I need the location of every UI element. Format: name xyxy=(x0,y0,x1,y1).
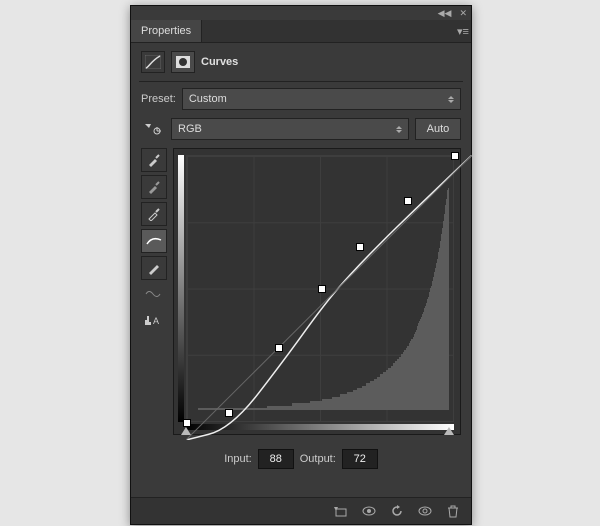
auto-button[interactable]: Auto xyxy=(415,118,461,140)
preset-label: Preset: xyxy=(141,93,176,105)
panel-tabs: Properties ▾≡ xyxy=(131,20,471,43)
input-output-row: Input: Output: xyxy=(131,439,471,477)
histogram-toggle-icon[interactable]: A xyxy=(141,308,165,330)
layer-mask-icon[interactable] xyxy=(171,51,195,73)
curves-tools: A xyxy=(141,148,165,435)
eyedropper-white-icon[interactable] xyxy=(141,202,167,226)
curves-adjustment-icon[interactable] xyxy=(141,51,165,73)
adjustment-title: Curves xyxy=(201,56,238,68)
curve-node[interactable] xyxy=(183,419,191,427)
curves-graph[interactable] xyxy=(171,148,461,435)
preset-row: Preset: Custom xyxy=(131,84,471,114)
smooth-curve-icon[interactable] xyxy=(141,283,165,305)
collapse-icon[interactable]: ◀◀ xyxy=(438,8,452,19)
output-label: Output: xyxy=(300,453,336,465)
input-field[interactable] xyxy=(258,449,294,469)
visibility-icon[interactable] xyxy=(415,502,435,520)
preset-select[interactable]: Custom xyxy=(182,88,461,110)
properties-panel: ◀◀ ✕ Properties ▾≡ Curves Preset: Custom… xyxy=(130,5,472,525)
caret-icon xyxy=(396,126,402,133)
curve-node[interactable] xyxy=(275,344,283,352)
channel-select[interactable]: RGB xyxy=(171,118,409,140)
panel-footer xyxy=(131,497,471,524)
eyedropper-black-icon[interactable] xyxy=(141,148,167,172)
tab-properties[interactable]: Properties xyxy=(131,20,202,42)
caret-icon xyxy=(448,96,454,103)
close-icon[interactable]: ✕ xyxy=(459,8,467,19)
curves-editor: A xyxy=(131,144,471,439)
svg-text:A: A xyxy=(153,316,159,326)
curve-node[interactable] xyxy=(404,197,412,205)
adjustment-header: Curves xyxy=(131,43,471,79)
input-label: Input: xyxy=(224,453,252,465)
reset-icon[interactable] xyxy=(387,502,407,520)
pencil-curve-tool-icon[interactable] xyxy=(141,256,167,280)
curve-node[interactable] xyxy=(225,409,233,417)
curve-node[interactable] xyxy=(318,285,326,293)
trash-icon[interactable] xyxy=(443,502,463,520)
point-curve-tool-icon[interactable] xyxy=(141,229,167,253)
panel-window-controls: ◀◀ ✕ xyxy=(131,6,471,20)
eyedropper-gray-icon[interactable] xyxy=(141,175,167,199)
target-adjust-tool-icon[interactable] xyxy=(141,118,165,140)
clip-to-layer-icon[interactable] xyxy=(331,502,351,520)
curve-node[interactable] xyxy=(356,243,364,251)
output-field[interactable] xyxy=(342,449,378,469)
channel-row: RGB Auto xyxy=(131,114,471,144)
panel-menu-icon[interactable]: ▾≡ xyxy=(455,20,471,42)
curve-node[interactable] xyxy=(451,152,459,160)
view-previous-icon[interactable] xyxy=(359,502,379,520)
